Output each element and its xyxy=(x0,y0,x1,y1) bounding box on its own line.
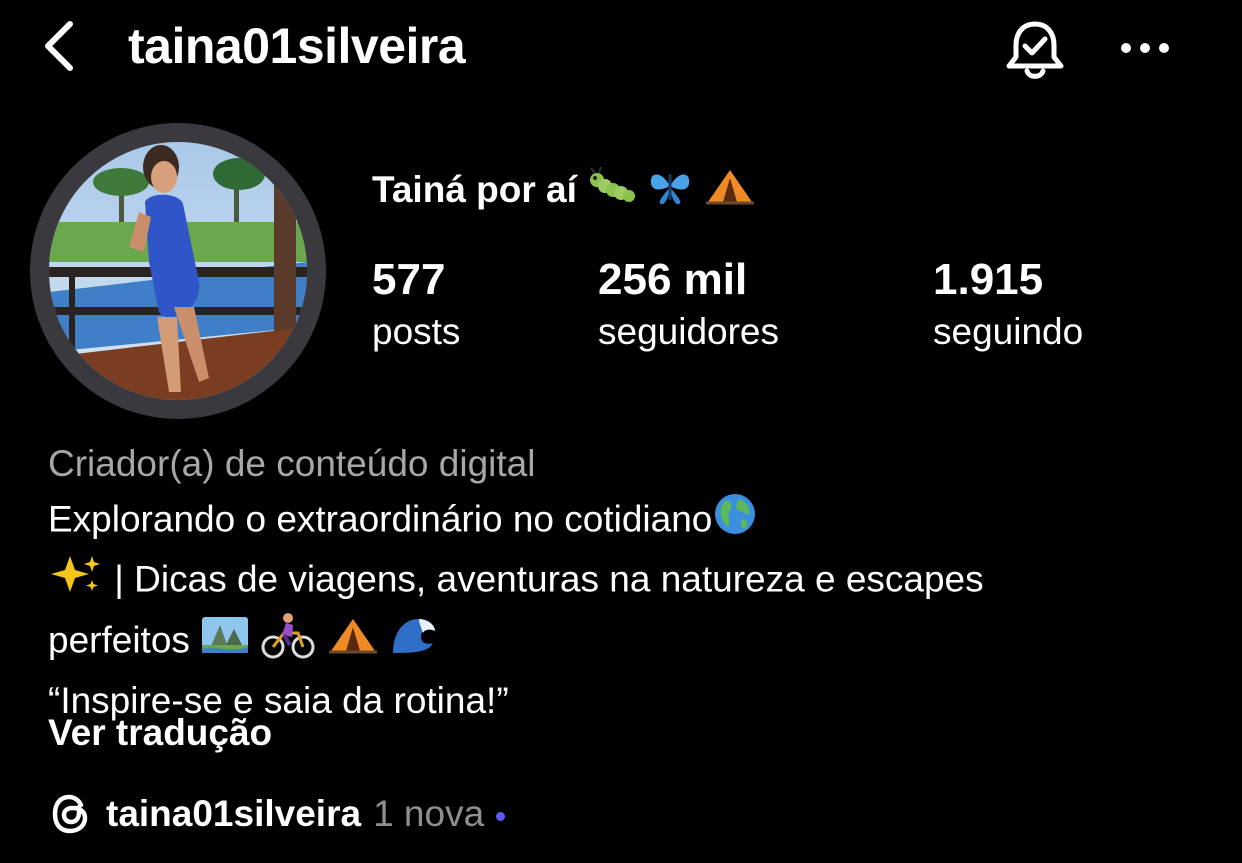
new-indicator-dot xyxy=(496,811,506,821)
threads-link[interactable]: taina01silveira 1 nova xyxy=(48,786,506,842)
profile-photo xyxy=(49,142,307,400)
followers-label: seguidores xyxy=(598,311,780,352)
see-translation-link[interactable]: Ver tradução xyxy=(48,706,272,760)
bio-line-1: Explorando o extraordinário no cotidiano xyxy=(48,491,1208,552)
chevron-left-icon xyxy=(45,21,73,71)
stat-posts[interactable]: 577 posts xyxy=(372,254,460,358)
caterpillar-emoji xyxy=(587,166,637,218)
bio-line-2-text: | Dicas de viagens, aventuras na naturez… xyxy=(104,558,984,600)
threads-handle: taina01silveira xyxy=(106,793,362,834)
bio-line-3: perfeitos xyxy=(48,611,1208,674)
avatar[interactable] xyxy=(49,142,307,400)
tent-emoji xyxy=(327,613,379,672)
posts-label: posts xyxy=(372,311,461,352)
display-name-text: Tainá por aí xyxy=(372,169,577,210)
stat-followers[interactable]: 256 mil seguidores xyxy=(598,254,779,358)
bio-line-3-text: perfeitos xyxy=(48,619,201,661)
top-bar: taina01silveira xyxy=(0,0,1242,100)
profile-display-name: Tainá por aí xyxy=(372,166,756,218)
bio-line-1-text: Explorando o extraordinário no cotidiano xyxy=(48,498,713,540)
wave-emoji xyxy=(389,613,441,672)
following-count: 1.915 xyxy=(933,255,1044,304)
threads-new-count: 1 nova xyxy=(373,793,485,834)
profile-category: Criador(a) de conteúdo digital xyxy=(48,443,536,484)
profile-username: taina01silveira xyxy=(128,18,466,74)
more-options-button[interactable] xyxy=(1115,30,1175,66)
back-button[interactable] xyxy=(36,16,86,76)
tent-emoji xyxy=(704,166,756,218)
following-label: seguindo xyxy=(933,311,1084,352)
followers-count: 256 mil xyxy=(598,255,748,304)
cyclist-emoji xyxy=(260,611,316,674)
ellipsis-icon xyxy=(1121,43,1169,53)
profile-bio: Criador(a) de conteúdo digital Explorand… xyxy=(48,437,1208,728)
bio-line-2: | Dicas de viagens, aventuras na naturez… xyxy=(48,552,1208,611)
threads-icon xyxy=(52,794,88,834)
notifications-button[interactable] xyxy=(1000,14,1070,84)
national-park-emoji xyxy=(200,613,250,672)
butterfly-emoji xyxy=(647,166,693,218)
stat-following[interactable]: 1.915 seguindo xyxy=(933,254,1083,358)
sparkles-emoji xyxy=(48,552,104,611)
posts-count: 577 xyxy=(372,255,446,304)
bell-check-icon xyxy=(1006,21,1064,79)
globe-emoji xyxy=(712,491,758,552)
